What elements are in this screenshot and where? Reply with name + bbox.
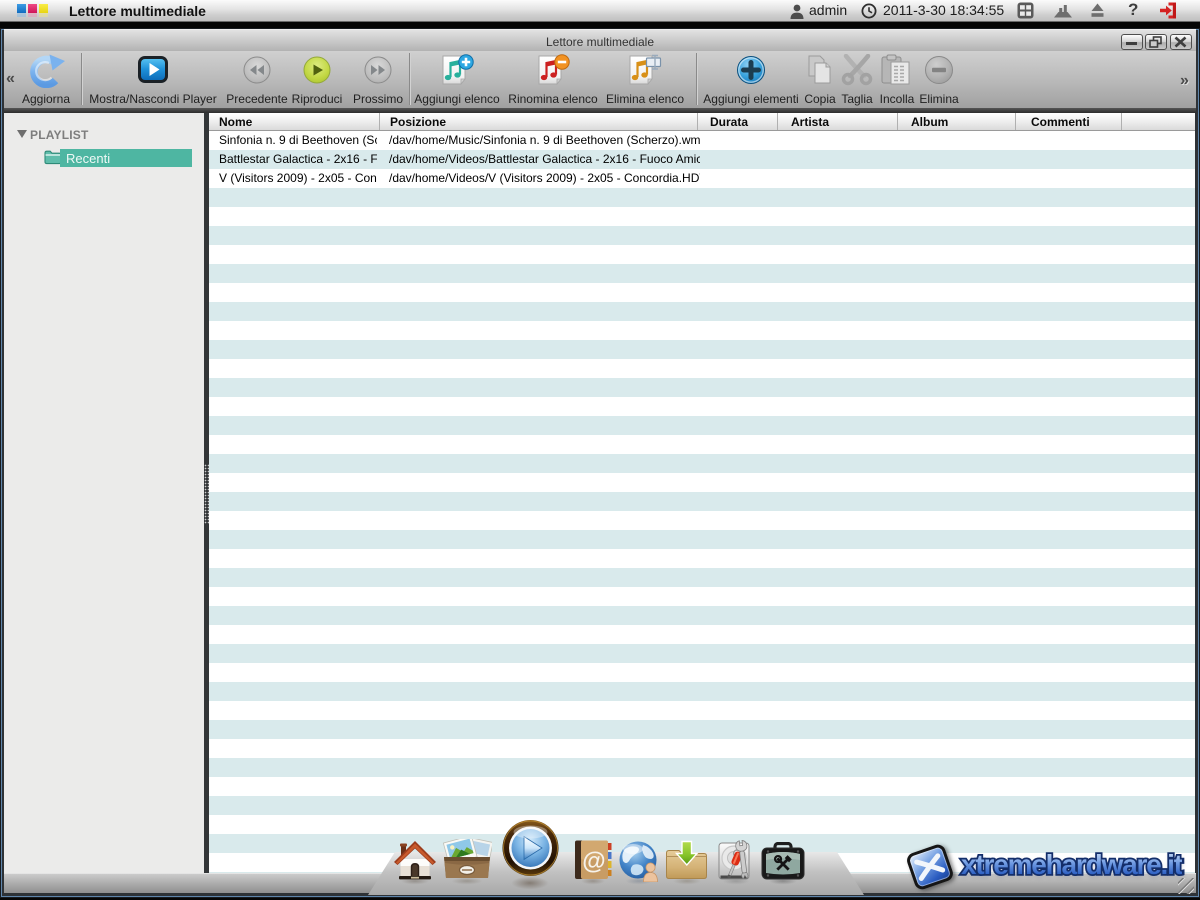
svg-text:@: @: [582, 848, 605, 875]
